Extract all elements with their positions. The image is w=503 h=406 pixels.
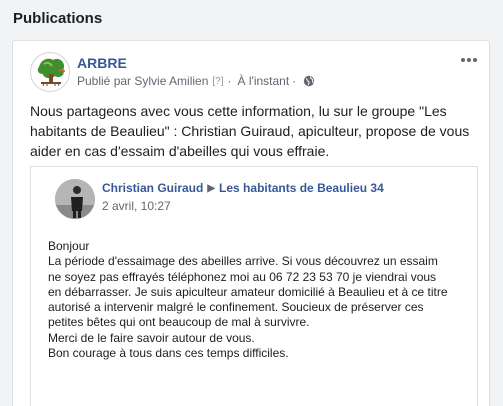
- arrow-right-icon: ▶: [207, 182, 216, 194]
- body-line: petites bêtes qui ont beaucoup de mal à …: [48, 315, 310, 330]
- globe-icon[interactable]: [303, 75, 315, 87]
- shared-post-body: Bonjour La période d'essaimage des abeil…: [48, 239, 468, 361]
- post-meta: Publié par Sylvie Amilien [?] · À l'inst…: [77, 74, 315, 88]
- tree-logo-icon: [32, 54, 69, 91]
- group-link[interactable]: Les habitants de Beaulieu 34: [219, 181, 384, 195]
- more-options-icon[interactable]: [459, 53, 479, 67]
- section-title: Publications: [13, 10, 103, 27]
- body-line: La période d'essaimage des abeilles arri…: [48, 254, 438, 269]
- shared-author-line: Christian Guiraud ▶ Les habitants de Bea…: [102, 181, 384, 195]
- shared-post[interactable]: Christian Guiraud ▶ Les habitants de Bea…: [30, 166, 478, 406]
- body-line: en débarrasser. Je suis apiculteur amate…: [48, 284, 448, 299]
- body-line: Bonjour: [48, 239, 90, 253]
- author-link[interactable]: Christian Guiraud: [102, 181, 203, 195]
- shared-post-date[interactable]: 2 avril, 10:27: [102, 199, 171, 213]
- body-line: Bon courage à tous dans ces temps diffic…: [48, 346, 289, 361]
- post-timestamp[interactable]: À l'instant: [238, 74, 290, 88]
- post-card: ARBRE Publié par Sylvie Amilien [?] · À …: [12, 40, 490, 406]
- post-text: Nous partageons avec vous cette informat…: [30, 103, 470, 159]
- body-line: ne soyez pas effrayés téléphonez moi au …: [48, 269, 437, 284]
- body-line: autorisé a intervenir malgré le confinem…: [48, 300, 424, 315]
- meta-separator: ·: [227, 74, 232, 88]
- published-by-text[interactable]: Publié par Sylvie Amilien: [77, 74, 208, 88]
- author-avatar[interactable]: [55, 179, 95, 219]
- help-question-mark[interactable]: [?]: [212, 76, 223, 87]
- page-logo[interactable]: [30, 52, 70, 92]
- page-name-link[interactable]: ARBRE: [77, 55, 127, 71]
- meta-separator-2: ·: [292, 74, 297, 88]
- body-line: Merci de le faire savoir autour de vous.: [48, 330, 255, 345]
